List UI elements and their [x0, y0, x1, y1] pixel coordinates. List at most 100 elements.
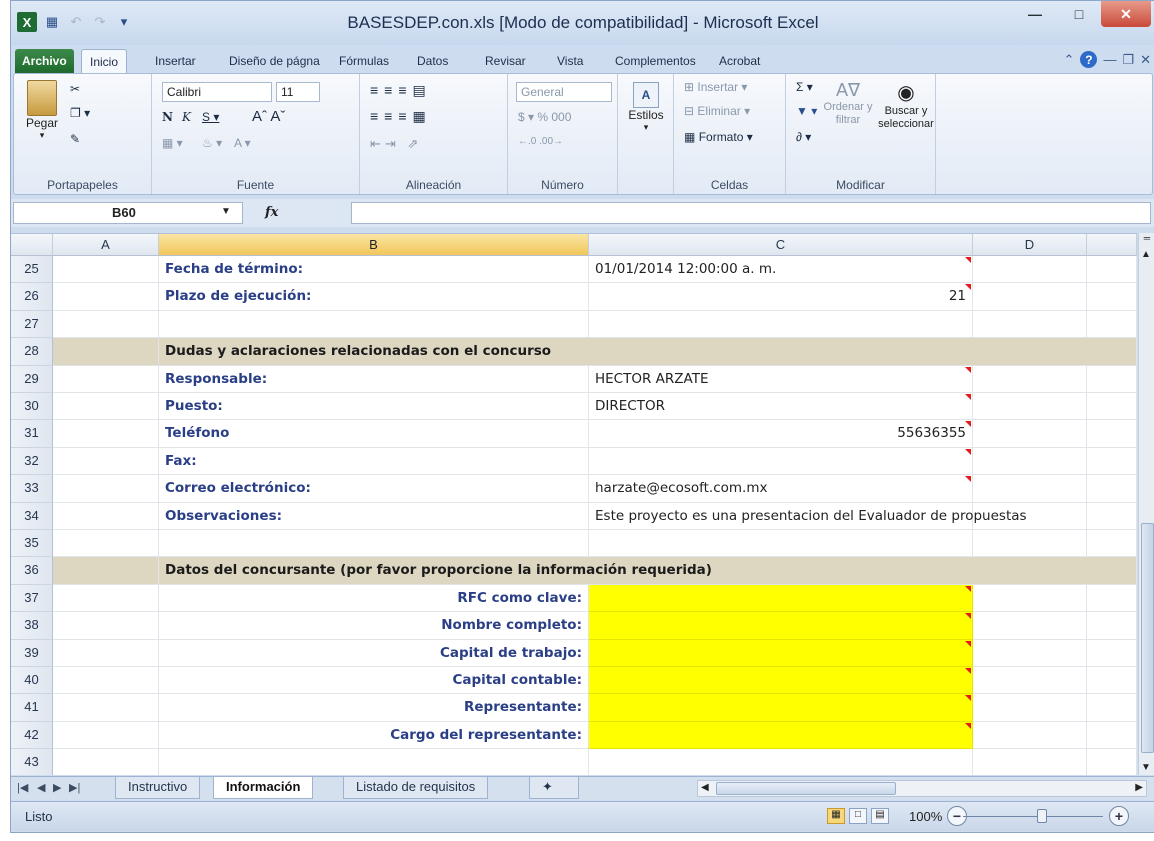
row-header[interactable]: 40: [11, 667, 53, 695]
split-handle-icon[interactable]: ═: [1139, 233, 1154, 247]
input-field[interactable]: [589, 694, 973, 722]
row-header[interactable]: 38: [11, 612, 53, 640]
cell-b[interactable]: Teléfono: [159, 420, 589, 448]
select-all-corner[interactable]: [11, 234, 53, 256]
row-header[interactable]: 32: [11, 447, 53, 476]
cell-c[interactable]: [589, 310, 973, 339]
row-header[interactable]: 31: [11, 420, 53, 448]
section-header[interactable]: Datos del concursante (por favor proporc…: [159, 557, 1137, 585]
tab-archivo[interactable]: Archivo: [15, 49, 74, 73]
page-layout-icon[interactable]: □: [849, 808, 867, 824]
column-header-b[interactable]: B: [159, 234, 589, 256]
help-icon[interactable]: ?: [1080, 51, 1098, 68]
font-color-icon[interactable]: A ▾: [234, 136, 251, 150]
font-size-select[interactable]: 11: [276, 82, 320, 102]
scroll-right-icon[interactable]: ▶: [1135, 782, 1143, 793]
tab-vista[interactable]: Vista: [549, 49, 591, 73]
decimal-icons[interactable]: ←.0 .00→: [518, 136, 563, 147]
font-name-select[interactable]: Calibri: [162, 82, 272, 102]
cell-a[interactable]: [53, 420, 159, 448]
name-box[interactable]: B60: [13, 202, 243, 224]
section-header[interactable]: Dudas y aclaraciones relacionadas con el…: [159, 338, 1137, 366]
cell-b[interactable]: Plazo de ejecución:: [159, 283, 589, 311]
cell-d[interactable]: [973, 584, 1087, 613]
page-break-icon[interactable]: ▤: [871, 808, 889, 824]
row-header[interactable]: 25: [11, 256, 53, 284]
row-header[interactable]: 39: [11, 639, 53, 667]
autosum-icon[interactable]: Σ ▾: [796, 80, 813, 94]
cell-b[interactable]: Puesto:: [159, 393, 589, 421]
input-field[interactable]: [589, 721, 973, 750]
borders-icon[interactable]: ▦ ▾: [162, 136, 183, 150]
cell-b[interactable]: Capital de trabajo:: [159, 639, 589, 667]
cell-a[interactable]: [53, 338, 159, 366]
cell-e[interactable]: [1087, 694, 1137, 722]
clear-icon[interactable]: ∂ ▾: [796, 130, 811, 144]
cell-d[interactable]: [973, 420, 1087, 448]
vertical-scroll-thumb[interactable]: [1141, 523, 1154, 753]
workbook-minimize-icon[interactable]: —: [1103, 52, 1116, 67]
cell-e[interactable]: [1087, 447, 1137, 476]
cell-d[interactable]: [973, 721, 1087, 750]
scroll-up-icon[interactable]: ▲: [1141, 249, 1151, 260]
maximize-button[interactable]: □: [1057, 1, 1101, 27]
cell-d[interactable]: [973, 502, 1087, 530]
cell-a[interactable]: [53, 310, 159, 339]
cell-e[interactable]: [1087, 639, 1137, 667]
cell-d[interactable]: [973, 365, 1087, 393]
cut-icon[interactable]: ✂: [70, 82, 80, 96]
sheet-tab-listado[interactable]: Listado de requisitos: [343, 777, 489, 799]
cell-b[interactable]: [159, 749, 589, 775]
row-header[interactable]: 33: [11, 475, 53, 503]
cell-a[interactable]: [53, 283, 159, 311]
cell-c[interactable]: [589, 530, 973, 558]
cell-e[interactable]: [1087, 310, 1137, 339]
row-header[interactable]: 30: [11, 393, 53, 421]
cell-c[interactable]: [589, 749, 973, 775]
vertical-align-icons[interactable]: ≡≡≡▤: [370, 82, 432, 99]
row-header[interactable]: 29: [11, 365, 53, 393]
styles-button[interactable]: A Estilos ▾: [624, 82, 668, 133]
cell-a[interactable]: [53, 475, 159, 503]
currency-icon[interactable]: $ ▾ % 000: [518, 110, 571, 124]
input-field[interactable]: [589, 667, 973, 695]
cell-e[interactable]: [1087, 502, 1137, 530]
column-header-c[interactable]: C: [589, 234, 973, 256]
insert-sheet-icon[interactable]: ✦: [529, 777, 579, 799]
cell-a[interactable]: [53, 667, 159, 695]
first-sheet-icon[interactable]: |◀: [17, 781, 28, 794]
sort-filter-button[interactable]: A∇ Ordenar y filtrar: [822, 80, 874, 127]
cell-a[interactable]: [53, 639, 159, 667]
cell-e[interactable]: [1087, 365, 1137, 393]
cell-b[interactable]: [159, 310, 589, 339]
row-header[interactable]: 34: [11, 502, 53, 530]
tab-datos[interactable]: Datos: [409, 49, 456, 73]
cell-c[interactable]: DIRECTOR: [589, 393, 973, 421]
horizontal-scrollbar[interactable]: ◀ ▶: [697, 780, 1147, 797]
zoom-slider-track[interactable]: [963, 816, 1103, 817]
paste-button[interactable]: Pegar ▾: [20, 80, 64, 141]
cell-a[interactable]: [53, 557, 159, 585]
column-header-d[interactable]: D: [973, 234, 1087, 256]
cell-e[interactable]: [1087, 721, 1137, 750]
fill-color-icon[interactable]: ♨ ▾: [202, 136, 222, 150]
cell-a[interactable]: [53, 694, 159, 722]
sheet-tab-informacion[interactable]: Información: [213, 777, 314, 799]
cell-d[interactable]: [973, 667, 1087, 695]
italic-icon[interactable]: K: [182, 110, 191, 124]
cell-e[interactable]: [1087, 420, 1137, 448]
cell-a[interactable]: [53, 447, 159, 476]
cell-e[interactable]: [1087, 256, 1137, 284]
cell-a[interactable]: [53, 749, 159, 775]
cell-b[interactable]: Capital contable:: [159, 667, 589, 695]
cell-a[interactable]: [53, 530, 159, 558]
cell-b[interactable]: Cargo del representante:: [159, 721, 589, 750]
row-header[interactable]: 27: [11, 310, 53, 339]
row-header[interactable]: 42: [11, 721, 53, 750]
underline-icon[interactable]: S ▾: [202, 110, 219, 124]
cell-d[interactable]: [973, 694, 1087, 722]
cell-a[interactable]: [53, 502, 159, 530]
cell-e[interactable]: [1087, 612, 1137, 640]
row-header[interactable]: 43: [11, 749, 53, 775]
cell-e[interactable]: [1087, 667, 1137, 695]
